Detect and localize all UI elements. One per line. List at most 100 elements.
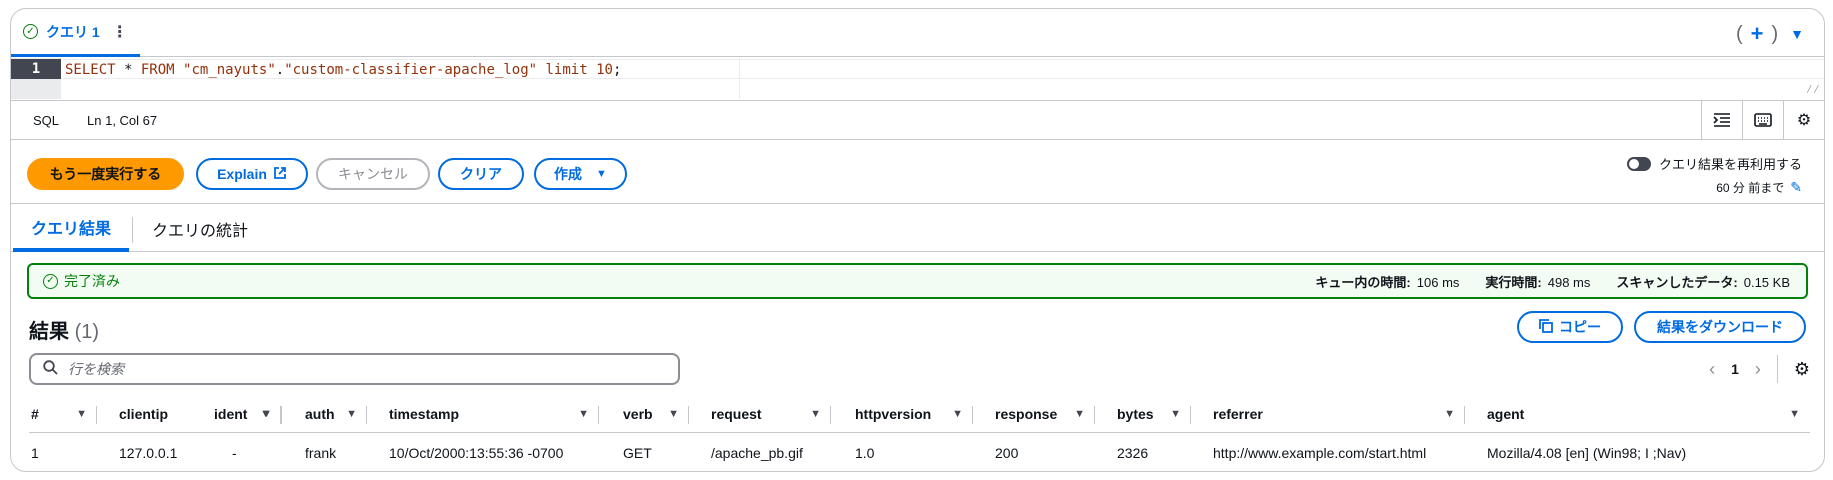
more-vertical-icon[interactable]: ⋮ <box>112 22 128 42</box>
prev-page-icon[interactable]: ‹ <box>1709 359 1715 380</box>
table-header-cells: ident ▼ auth ▼ timestamp ▼ verb ▼ request ▼ h… <box>29 395 1810 433</box>
sort-icon[interactable]: ▼ <box>346 408 357 420</box>
sort-icon[interactable]: ▼ <box>1444 408 1455 420</box>
sql-keyword: FROM <box>140 62 175 78</box>
query-tab[interactable]: ✓ クエリ 1 ⋮ <box>11 9 140 57</box>
cancel-button[interactable]: キャンセル <box>316 158 430 190</box>
next-page-icon[interactable]: › <box>1755 359 1761 380</box>
copy-label: コピー <box>1559 319 1601 335</box>
result-tabs: クエリ結果 クエリの統計 <box>11 205 1824 252</box>
column-header-label: response <box>995 406 1058 422</box>
editor-tools: ⚙ <box>1701 101 1824 139</box>
sql-code-line[interactable]: SELECT * FROM "cm_nayuts"."custom-classi… <box>65 60 621 80</box>
tab-query-stats[interactable]: クエリの統計 <box>152 205 248 252</box>
column-header[interactable]: agent ▼ <box>1465 395 1810 433</box>
clear-button[interactable]: クリア <box>438 158 524 190</box>
queue-time: キュー内の時間: 106 ms <box>1315 272 1459 291</box>
column-header[interactable]: httpversion ▼ <box>831 395 973 433</box>
gear-icon[interactable]: ⚙ <box>1794 359 1810 380</box>
status-completed: ✓ 完了済み <box>43 271 120 291</box>
format-query-icon[interactable] <box>1701 101 1742 139</box>
keyboard-shortcuts-icon[interactable] <box>1742 101 1783 139</box>
table-cell: GET <box>623 445 652 461</box>
line-number: 1 <box>11 59 61 79</box>
sort-icon[interactable]: ▼ <box>952 408 963 420</box>
column-header[interactable]: response ▼ <box>973 395 1095 433</box>
column-header-label: verb <box>623 406 653 422</box>
column-header-label: referrer <box>1213 406 1263 422</box>
column-divider <box>281 406 282 424</box>
sort-icon[interactable]: ▼ <box>578 408 589 420</box>
copy-icon <box>1539 318 1553 336</box>
exec-time-value: 498 ms <box>1547 274 1591 290</box>
results-title: 結果 <box>29 321 69 343</box>
caret-down-icon: ▼ <box>596 168 607 180</box>
reuse-results-label: クエリ結果を再利用する <box>1658 157 1802 172</box>
row-search[interactable] <box>29 353 680 385</box>
column-header[interactable]: bytes ▼ <box>1095 395 1191 433</box>
status-banner: ✓ 完了済み キュー内の時間: 106 ms 実行時間: 498 ms スキャンした… <box>27 263 1808 299</box>
column-header[interactable]: referrer ▼ <box>1191 395 1465 433</box>
query-stats: キュー内の時間: 106 ms 実行時間: 498 ms スキャンしたデータ: 0.1… <box>1315 272 1790 291</box>
column-header[interactable]: auth ▼ <box>283 395 367 433</box>
sql-keyword: limit <box>545 62 588 78</box>
table-cell: 1.0 <box>855 445 875 461</box>
resize-handle-icon[interactable]: ⁄⁄ <box>1806 82 1820 97</box>
column-header[interactable]: ident ▼ <box>214 395 282 433</box>
caret-down-icon[interactable]: ▼ <box>1790 26 1804 42</box>
sort-icon[interactable]: ▼ <box>261 408 272 420</box>
clear-label: クリア <box>460 166 502 182</box>
column-header[interactable]: verb ▼ <box>599 395 689 433</box>
action-bar: もう一度実行する Explain キャンセル クリア 作成 ▼ クエリ結果を再利… <box>11 140 1824 204</box>
sql-token: . <box>275 62 285 78</box>
tab-tools: ( + ) ▼ <box>1736 21 1804 47</box>
table-cell: 10/Oct/2000:13:55:36 -0700 <box>389 445 564 461</box>
table-cell: 200 <box>995 445 1019 461</box>
table-cell: 1 <box>31 445 39 461</box>
add-tab-button[interactable]: + <box>1751 21 1764 47</box>
pencil-icon[interactable]: ✎ <box>1790 179 1802 196</box>
reuse-age-label: 60 分 前まで <box>1716 181 1785 195</box>
sort-icon[interactable]: ▼ <box>810 408 821 420</box>
cancel-label: キャンセル <box>338 166 408 182</box>
print-margin <box>739 58 740 99</box>
explain-button[interactable]: Explain <box>196 158 308 190</box>
tab-query-results-label: クエリ結果 <box>31 220 112 238</box>
reuse-results: クエリ結果を再利用する 60 分 前まで ✎ <box>1626 154 1802 196</box>
status-text: 完了済み <box>64 273 120 289</box>
create-button[interactable]: 作成 ▼ <box>534 158 627 190</box>
column-header-label: httpversion <box>855 406 932 422</box>
close-paren: ) <box>1771 22 1779 45</box>
sort-icon[interactable]: ▼ <box>1170 408 1181 420</box>
search-icon <box>43 360 58 378</box>
results-heading: 結果 (1) <box>29 315 99 344</box>
exec-time: 実行時間: 498 ms <box>1485 272 1590 291</box>
sql-editor[interactable]: 1 SELECT * FROM "cm_nayuts"."custom-clas… <box>11 58 1824 99</box>
table-row: 1 127.0.0.1 - frank 10/Oct/2000:13:55:36… <box>29 434 1810 471</box>
sort-icon[interactable]: ▼ <box>1789 408 1800 420</box>
reuse-results-toggle[interactable] <box>1626 156 1651 171</box>
current-page[interactable]: 1 <box>1731 361 1739 377</box>
check-circle-icon: ✓ <box>23 24 38 39</box>
column-header[interactable]: request ▼ <box>689 395 831 433</box>
query-editor-panel: ✓ クエリ 1 ⋮ ( + ) ▼ 1 SELECT * FROM "cm_na… <box>10 8 1825 472</box>
download-results-button[interactable]: 結果をダウンロード <box>1634 311 1806 343</box>
run-again-button[interactable]: もう一度実行する <box>27 158 184 190</box>
gear-icon[interactable]: ⚙ <box>1783 101 1824 139</box>
scanned-data: スキャンしたデータ: 0.15 KB <box>1616 272 1790 291</box>
sort-icon[interactable]: ▼ <box>1074 408 1085 420</box>
sql-token: ; <box>612 62 622 78</box>
download-results-label: 結果をダウンロード <box>1657 319 1783 335</box>
copy-button[interactable]: コピー <box>1517 311 1623 343</box>
row-search-input[interactable] <box>68 361 648 377</box>
column-header[interactable]: timestamp ▼ <box>367 395 599 433</box>
table-cell: /apache_pb.gif <box>711 445 803 461</box>
editor-status-bar: SQL Ln 1, Col 67 ⚙ <box>11 100 1824 140</box>
query-tab-bar: ✓ クエリ 1 ⋮ ( + ) ▼ <box>11 9 1824 57</box>
table-cell: - <box>232 445 237 461</box>
sort-icon[interactable]: ▼ <box>668 408 679 420</box>
results-count: (1) <box>74 321 100 343</box>
tab-query-results[interactable]: クエリ結果 <box>13 205 130 252</box>
